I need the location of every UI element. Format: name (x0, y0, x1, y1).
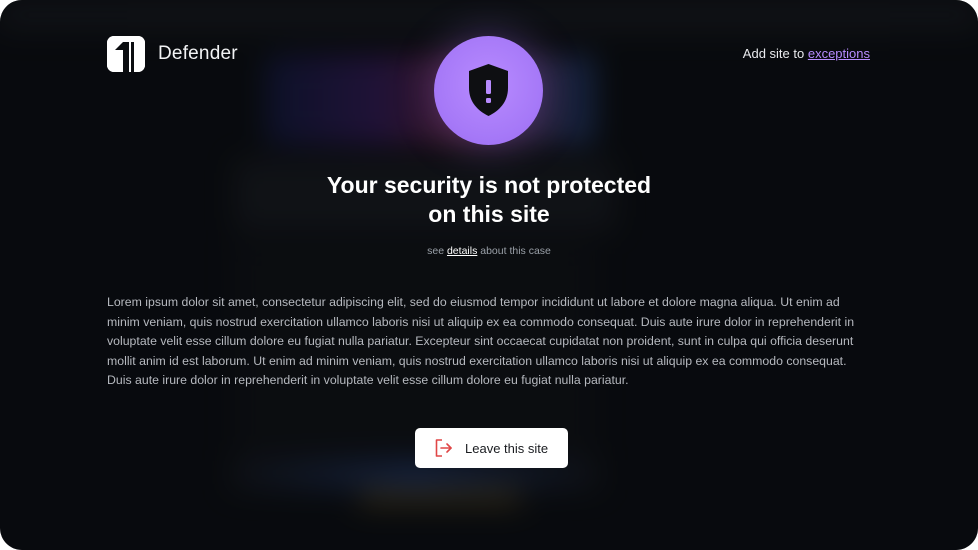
security-warning-screen: Defender Add site to exceptions Your sec… (0, 0, 978, 550)
page-title-line-1: Your security is not protected (326, 172, 652, 198)
details-link[interactable]: details (447, 245, 477, 257)
shield-badge (434, 36, 543, 145)
page-title: Your security is not protected on this s… (0, 171, 978, 229)
page-title-line-2: on this site (428, 201, 550, 227)
exit-icon (435, 439, 452, 457)
add-site-prefix: Add site to (742, 46, 808, 61)
details-prefix: see (427, 245, 447, 257)
details-suffix: about this case (477, 245, 551, 257)
shield-alert-icon (469, 64, 508, 116)
brand: Defender (107, 36, 238, 72)
exceptions-link[interactable]: exceptions (808, 46, 870, 61)
description-paragraph: Lorem ipsum dolor sit amet, consectetur … (107, 295, 855, 388)
details-subline: see details about this case (0, 245, 978, 257)
leave-site-button[interactable]: Leave this site (415, 428, 568, 468)
leave-site-label: Leave this site (465, 440, 549, 456)
defender-logo-icon (107, 36, 145, 72)
add-to-exceptions: Add site to exceptions (743, 46, 870, 61)
brand-name: Defender (158, 43, 238, 64)
